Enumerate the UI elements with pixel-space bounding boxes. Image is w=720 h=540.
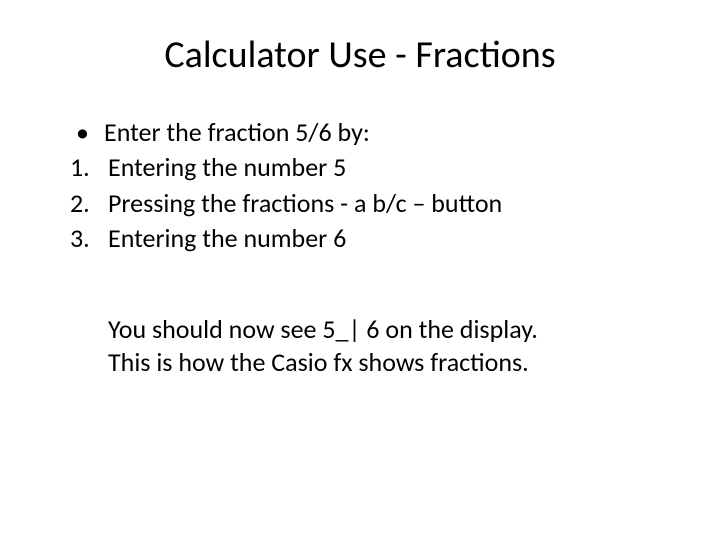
paragraph-line: You should now see 5_| 6 on the display. [108,313,640,346]
step-text: Entering the number 5 [108,151,650,184]
step-item: 1. Entering the number 5 [70,151,650,184]
content-body: • Enter the fraction 5/6 by: 1. Entering… [70,116,650,380]
page-title: Calculator Use - Fractions [70,32,650,78]
bullet-marker: • [70,116,104,149]
step-text: Entering the number 6 [108,222,650,255]
bullet-item: • Enter the fraction 5/6 by: [70,116,650,149]
step-item: 2. Pressing the fractions - a b/c – butt… [70,187,650,220]
step-text: Pressing the fractions - a b/c – button [108,187,650,220]
step-number: 2. [70,187,108,220]
bullet-text: Enter the fraction 5/6 by: [104,116,650,149]
step-number: 3. [70,222,108,255]
paragraph: You should now see 5_| 6 on the display.… [108,313,650,380]
paragraph-line: This is how the Casio fx shows fractions… [108,346,640,379]
step-number: 1. [70,151,108,184]
step-item: 3. Entering the number 6 [70,222,650,255]
